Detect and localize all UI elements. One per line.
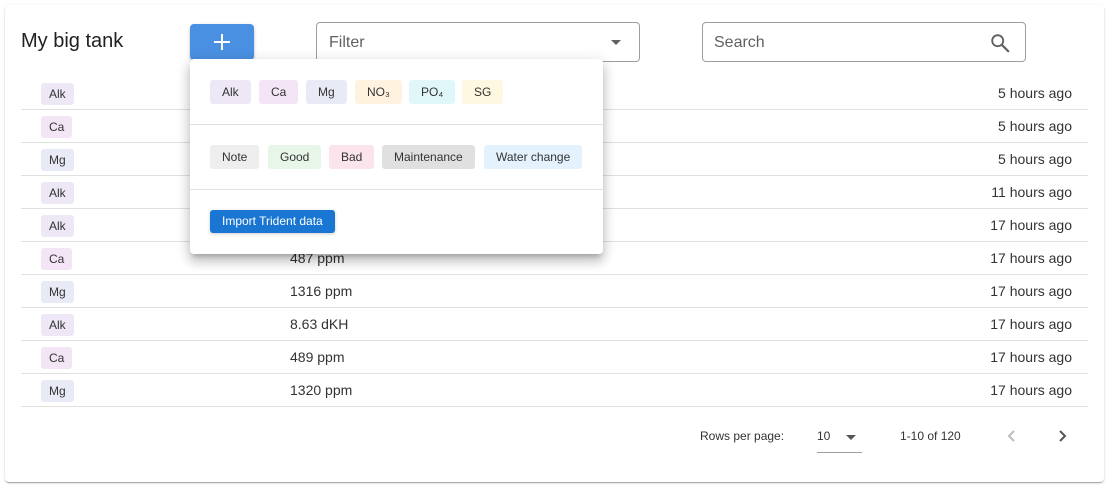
next-page-button[interactable] [1050, 424, 1074, 448]
parameter-chip: Alk [41, 182, 74, 204]
search-icon[interactable] [989, 32, 1011, 54]
events-chip-water-change[interactable]: Water change [484, 145, 583, 169]
reading-value: 1316 ppm [290, 283, 353, 299]
parameter-chip: Alk [41, 314, 74, 336]
reading-time: 17 hours ago [990, 217, 1072, 233]
parameter-chip: Ca [41, 347, 73, 369]
parameter-chip: Alk [41, 215, 74, 237]
parameters-chip-ca[interactable]: Ca [259, 80, 299, 104]
parameters-chip-alk[interactable]: Alk [210, 80, 251, 104]
page-title: My big tank [21, 30, 124, 52]
parameter-chip: Mg [41, 149, 74, 171]
reading-time: 5 hours ago [998, 151, 1072, 167]
parameter-chip: Mg [41, 380, 74, 402]
add-entry-menu: Alk Ca Mg NO₃ PO₄ SG Note Good Bad Maintenance Wa… [190, 59, 603, 254]
parameter-chip: Ca [41, 116, 73, 138]
plus-icon [214, 34, 230, 50]
rows-per-page-select[interactable]: 10 [817, 424, 862, 453]
table-row[interactable]: Ca 489 ppm 17 hours ago [21, 341, 1088, 374]
menu-divider [190, 189, 603, 190]
reading-value: 1320 ppm [290, 382, 353, 398]
chevron-down-icon [846, 435, 856, 440]
search-input[interactable] [714, 32, 974, 54]
events-chip-bad[interactable]: Bad [329, 145, 375, 169]
add-button[interactable] [190, 24, 254, 60]
events-chip-maintenance[interactable]: Maintenance [382, 145, 475, 169]
menu-divider [190, 124, 603, 125]
reading-time: 17 hours ago [990, 316, 1072, 332]
chevron-left-icon [1007, 430, 1015, 442]
rows-per-page-label: Rows per page: [700, 429, 785, 443]
parameter-chip: Alk [41, 83, 74, 105]
chevron-right-icon [1059, 430, 1067, 442]
rows-per-page-value: 10 [817, 429, 831, 443]
parameter-chip: Mg [41, 281, 74, 303]
parameters-chip-mg[interactable]: Mg [306, 80, 347, 104]
parameters-chip-sg[interactable]: SG [462, 80, 504, 104]
reading-time: 5 hours ago [998, 85, 1072, 101]
parameters-chip-no-[interactable]: NO₃ [355, 80, 402, 104]
filter-select[interactable]: Filter [316, 22, 640, 62]
chevron-down-icon [611, 40, 621, 45]
events-chip-good[interactable]: Good [268, 145, 322, 169]
previous-page-button[interactable] [1000, 424, 1024, 448]
import-trident-button[interactable]: Import Trident data [210, 210, 335, 233]
events-chip-note[interactable]: Note [210, 145, 260, 169]
reading-time: 17 hours ago [990, 283, 1072, 299]
reading-time: 5 hours ago [998, 118, 1072, 134]
parameter-chip: Ca [41, 248, 73, 270]
reading-value: 489 ppm [290, 349, 345, 365]
pagination: Rows per page: 10 1-10 of 120 [0, 418, 1112, 454]
table-row[interactable]: Alk 8.63 dKH 17 hours ago [21, 308, 1088, 341]
reading-time: 17 hours ago [990, 382, 1072, 398]
reading-time: 11 hours ago [991, 184, 1072, 200]
search-box[interactable] [702, 22, 1026, 62]
reading-time: 17 hours ago [990, 250, 1072, 266]
filter-placeholder: Filter [329, 34, 365, 51]
reading-time: 17 hours ago [990, 349, 1072, 365]
page-range: 1-10 of 120 [900, 429, 961, 443]
reading-value: 8.63 dKH [290, 316, 349, 332]
table-row[interactable]: Mg 1320 ppm 17 hours ago [21, 374, 1088, 407]
parameters-chip-po-[interactable]: PO₄ [409, 80, 456, 104]
table-row[interactable]: Mg 1316 ppm 17 hours ago [21, 275, 1088, 308]
